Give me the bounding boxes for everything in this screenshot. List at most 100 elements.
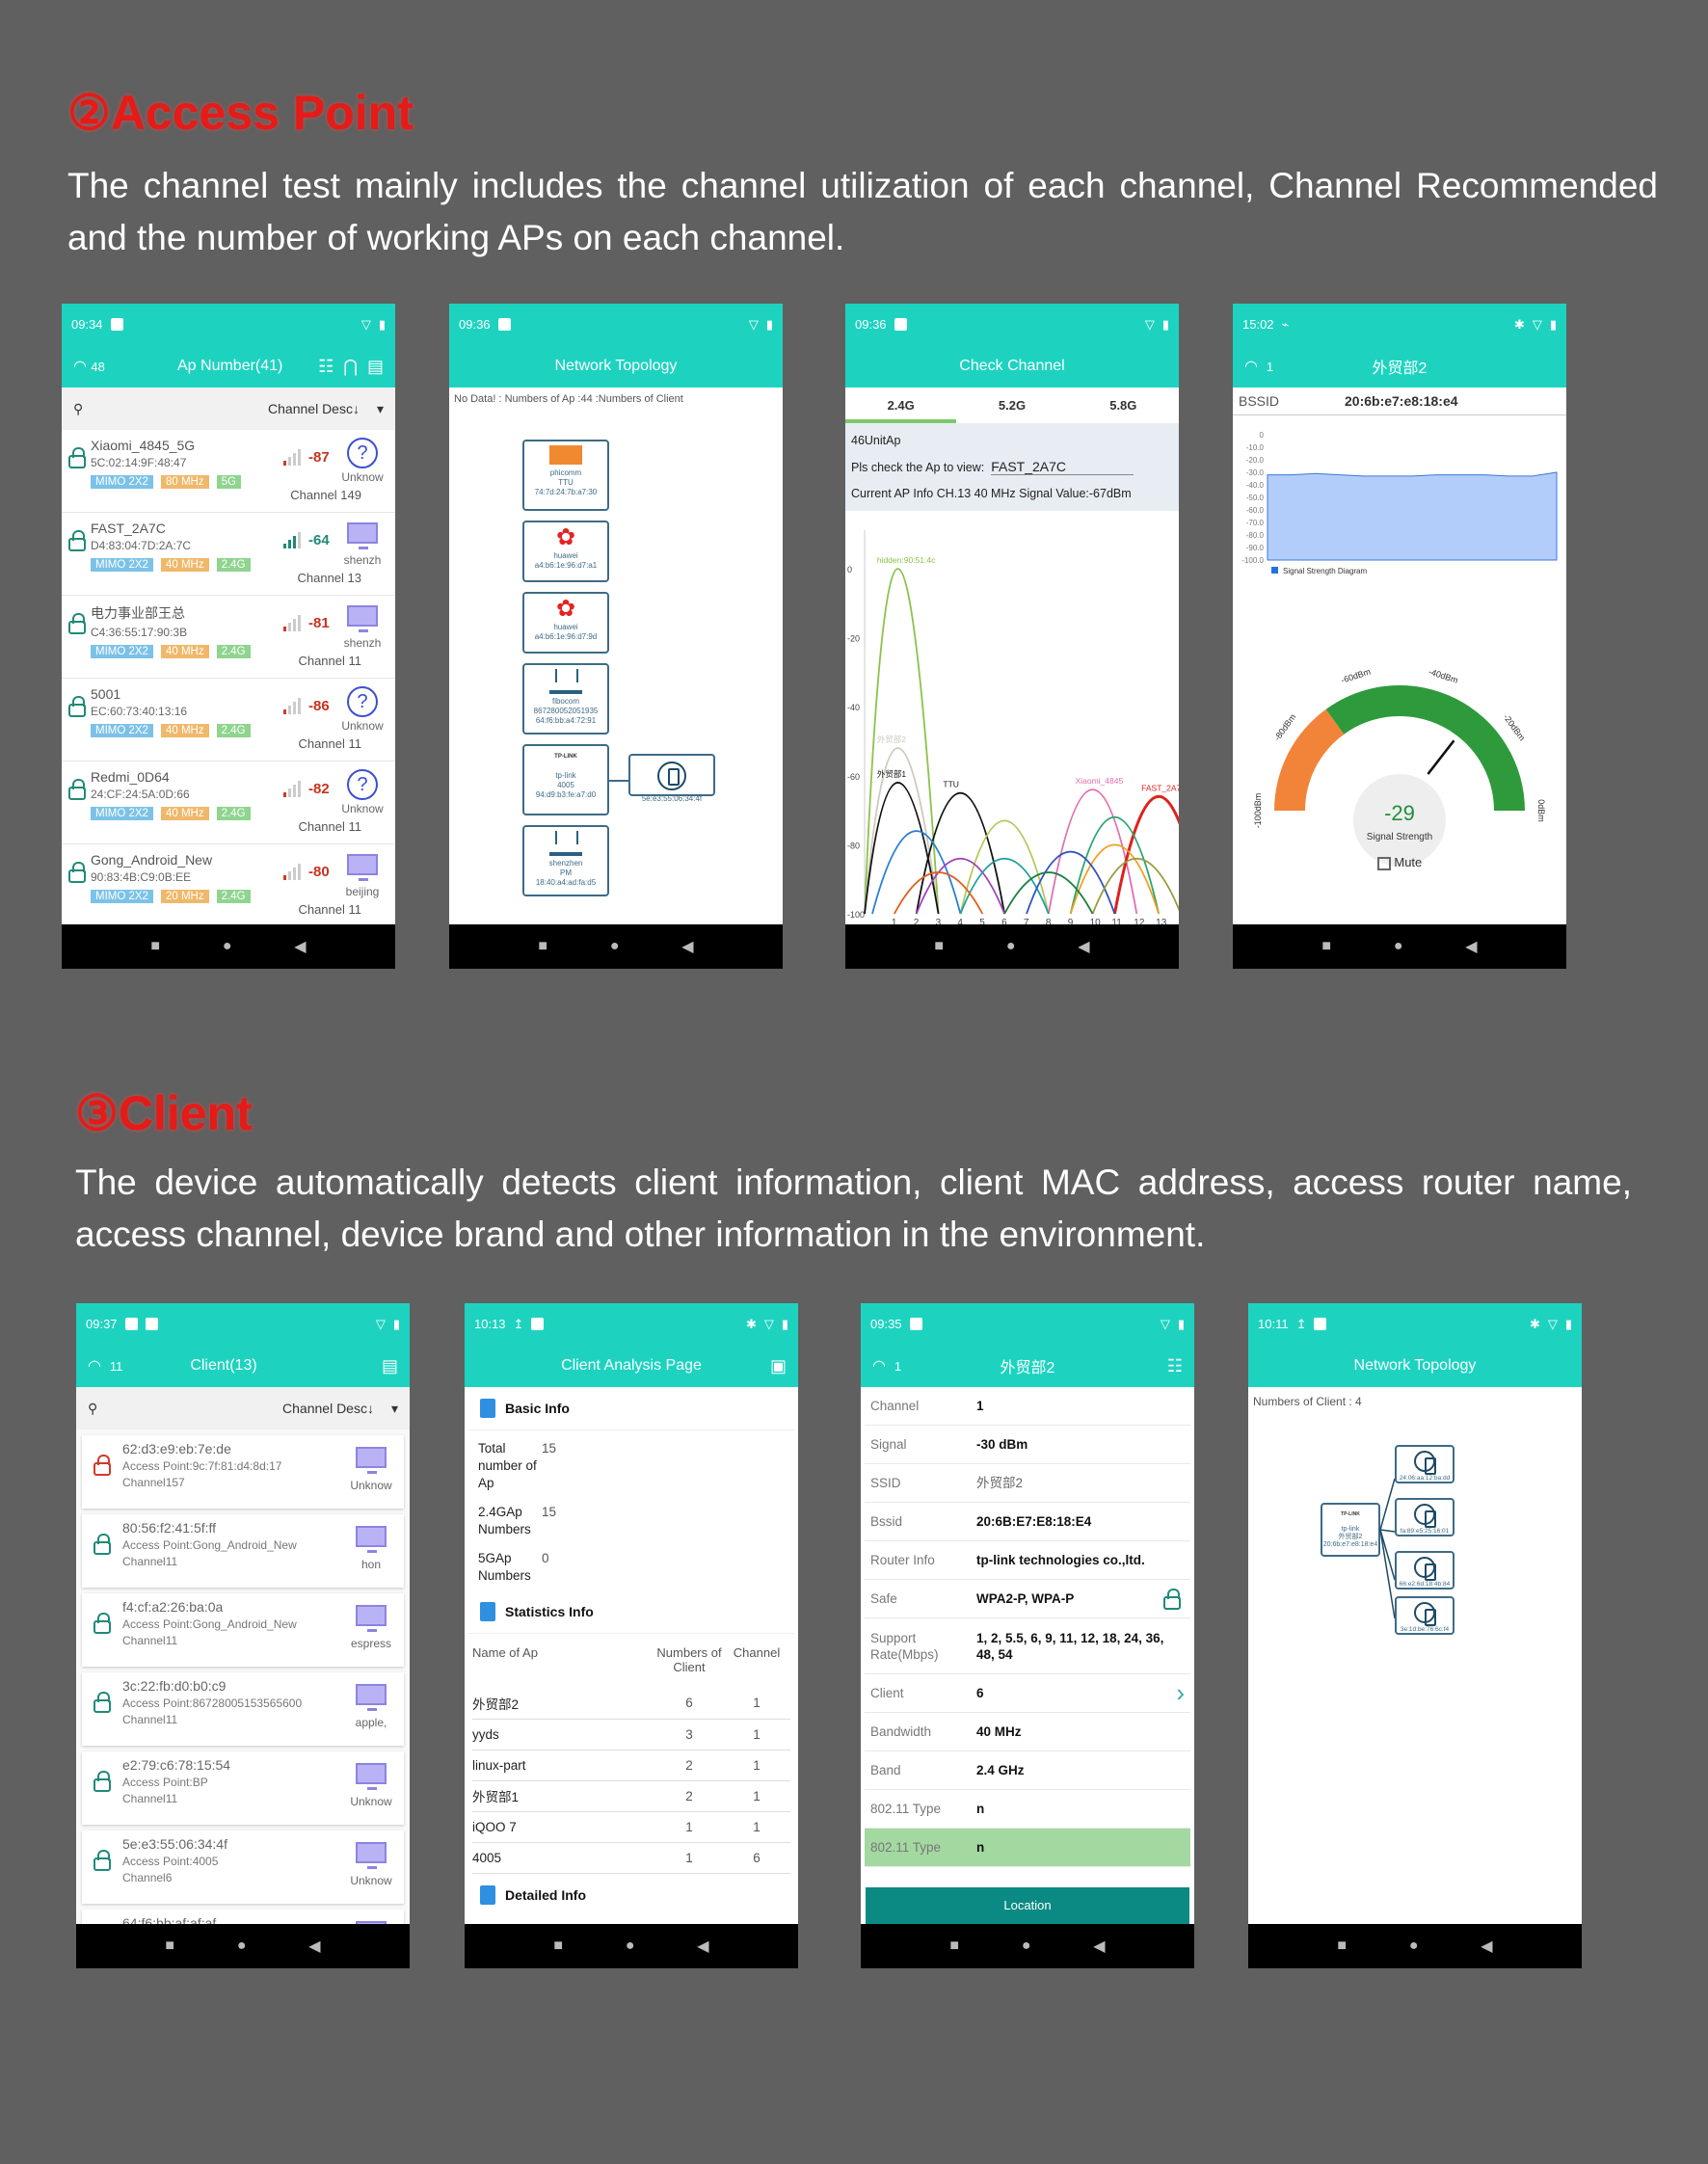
clock: 10:11 [1258,1317,1289,1331]
back-button[interactable]: ◀ [1481,1937,1492,1956]
y-tick-label: -80 [847,841,860,850]
sort-dropdown[interactable]: Channel Desc↓ [268,401,360,416]
client-list-item[interactable]: e2:79:c6:78:15:54 Access Point:BP Channel1… [82,1751,404,1825]
ap-list-item[interactable]: FAST_2A7C D4:83:04:7D:2A:7C MIMO 2X2 40 MHz… [62,513,395,596]
search-icon[interactable]: ⚲ [88,1401,97,1417]
back-button[interactable]: ◀ [294,937,306,956]
battery-icon: ▮ [1549,316,1557,332]
topology-node[interactable]: ✿ huawei a4:b6:1e:96:d7:a1 [522,521,609,582]
detailed-info-header: Detailed Info [468,1874,794,1916]
home-button[interactable]: ● [223,938,232,955]
signal-value: -81 [308,615,330,631]
detail-label: Bandwidth [870,1724,932,1739]
back-button[interactable]: ◀ [1465,937,1477,956]
ap-list-item[interactable]: Xiaomi_4845_5G 5C:02:14:9F:48:47 MIMO 2X2 8… [62,430,395,513]
tab-5-8g[interactable]: 5.8G [1068,387,1179,423]
back-button[interactable]: ◀ [1093,1937,1105,1956]
client-node[interactable]: 66:e2:6d:18:4b:84 [1395,1551,1454,1590]
ap-list-item[interactable]: 5001 EC:60:73:40:13:16 MIMO 2X2 40 MHz 2.4G -… [62,679,395,761]
topology-node[interactable]: shenzhen PM 18:40:a4:ad:fa:d5 [522,825,609,896]
topology-node[interactable]: fibocom 867280052051935 64:f6:bb:a4:72:91 [522,663,609,735]
lock-icon [1163,1588,1181,1610]
detail-label: Band [870,1763,901,1777]
basic-info-row: 5GAp Numbers 0 [465,1544,798,1590]
report-icon[interactable]: ▤ [367,357,384,377]
recent-apps-button[interactable]: ■ [1337,1937,1347,1955]
recent-apps-button[interactable]: ■ [165,1937,174,1955]
topology-icon[interactable]: ☷ [318,357,334,377]
mute-control[interactable]: Mute [1233,855,1566,870]
recent-apps-button[interactable]: ■ [538,938,547,955]
tab-2-4g[interactable]: 2.4G [845,387,957,423]
topology-node[interactable]: TP-LINK tp-link 4005 94:d9:b3:fe:a7:d0 [522,744,609,815]
phone-icon [1414,1451,1436,1475]
search-sort-bar: ⚲ Channel Desc↓ ▾ [62,387,395,430]
node-label: a4:b6:1e:96:d7:a1 [534,561,598,570]
ap-select[interactable]: FAST_2A7C [991,459,1134,475]
status-bar: 09:34 ▽ ▮ [62,304,395,345]
client-node[interactable]: 24:06:aa:12:ba:dd [1395,1445,1454,1483]
client-node[interactable]: 5e:e3:55:06:34:4f [628,754,715,803]
client-node[interactable]: fa:89:e5:25:16:01 [1395,1498,1454,1536]
detail-label: Safe [870,1591,897,1606]
location-button[interactable]: Location [866,1887,1189,1924]
monitor-icon [356,1763,387,1790]
phone-ap-list: 09:34 ▽ ▮ ◠ 48 Ap Number(41) ☷ ⋂ ▤ ⚲ Channel … [62,304,395,969]
home-button[interactable]: ● [1409,1937,1419,1955]
topology-icon[interactable]: ☷ [1167,1356,1183,1376]
client-list-item[interactable]: 62:d3:e9:eb:7e:de Access Point:9c:7f:81:d… [82,1435,404,1509]
basic-info-label: Total number of Ap [478,1441,537,1490]
chevron-down-icon[interactable]: ▾ [377,401,384,417]
ap-list-item[interactable]: Redmi_0D64 24:CF:24:5A:0D:66 MIMO 2X2 40 MH… [62,761,395,844]
monitor-icon [356,1684,387,1711]
section-title-client: ③Client [75,1086,253,1140]
table-cell: 外贸部1 [472,1780,655,1812]
signal-bars-icon [283,781,303,797]
save-icon[interactable]: ▣ [770,1356,787,1376]
gauge-needle [1427,739,1455,775]
recent-apps-button[interactable]: ■ [949,1937,959,1955]
home-button[interactable]: ● [1006,938,1016,955]
home-button[interactable]: ● [610,938,620,955]
back-button[interactable]: ◀ [1078,937,1089,956]
mute-checkbox[interactable] [1376,856,1391,870]
topology-node[interactable]: ✿ huawei a4:b6:1e:96:d7:9d [522,592,609,654]
wifi-status-icon: ▽ [1144,316,1155,332]
client-node[interactable]: 3e:1d:be:76:6c:f4 [1395,1596,1454,1635]
home-button[interactable]: ● [1394,938,1403,955]
home-button[interactable]: ● [1022,1937,1031,1955]
back-button[interactable]: ◀ [308,1937,320,1956]
back-button[interactable]: ◀ [681,937,693,956]
signal-value: -87 [308,449,330,466]
tab-5-2g[interactable]: 5.2G [956,387,1067,423]
recent-apps-button[interactable]: ■ [553,1937,563,1955]
basic-info-value: 15 [542,1441,557,1456]
chevron-right-icon[interactable]: › [1176,1678,1185,1708]
report-icon[interactable]: ▤ [382,1356,398,1376]
chevron-down-icon[interactable]: ▾ [391,1401,398,1417]
ap-list-item[interactable]: Gong_Android_New 90:83:4B:C9:0B:EE MIMO 2X… [62,844,395,927]
client-list-item[interactable]: 5e:e3:55:06:34:4f Access Point:4005 Channe… [82,1830,404,1904]
client-list-item[interactable]: 80:56:f2:41:5f:ff Access Point:Gong_Andro… [82,1514,404,1588]
home-button[interactable]: ● [626,1937,635,1955]
topology-diagram: phicomm TTU 74:7d:24:7b:a7:30 ✿ huawei a4:b6:… [449,411,783,950]
status-bar: 09:35 ▽ ▮ [861,1303,1194,1345]
client-list-item[interactable]: 3c:22:fb:d0:b0:c9 Access Point:8672800515… [82,1672,404,1746]
search-sort-bar: ⚲ Channel Desc↓ ▾ [76,1387,410,1429]
ap-list-item[interactable]: 电力事业部王总 C4:36:55:17:90:3B MIMO 2X2 40 MHz 2.… [62,596,395,679]
search-icon[interactable]: ⚲ [73,401,83,417]
detail-value: 6 [976,1686,984,1700]
node-label: phicomm [549,468,582,477]
recent-apps-button[interactable]: ■ [1321,938,1331,955]
recent-apps-button[interactable]: ■ [934,938,944,955]
channel-icon[interactable]: ⋂ [343,357,358,377]
sort-dropdown[interactable]: Channel Desc↓ [282,1401,374,1416]
topology-info: Numbers of Client : 4 [1253,1395,1362,1408]
back-button[interactable]: ◀ [697,1937,708,1956]
client-list-item[interactable]: f4:cf:a2:26:ba:0a Access Point:Gong_Andro… [82,1593,404,1667]
table-row: 4005 1 6 [472,1842,790,1874]
y-tick-label: -40 [847,703,860,712]
recent-apps-button[interactable]: ■ [150,938,160,955]
topology-node[interactable]: phicomm TTU 74:7d:24:7b:a7:30 [522,440,609,511]
home-button[interactable]: ● [237,1937,247,1955]
